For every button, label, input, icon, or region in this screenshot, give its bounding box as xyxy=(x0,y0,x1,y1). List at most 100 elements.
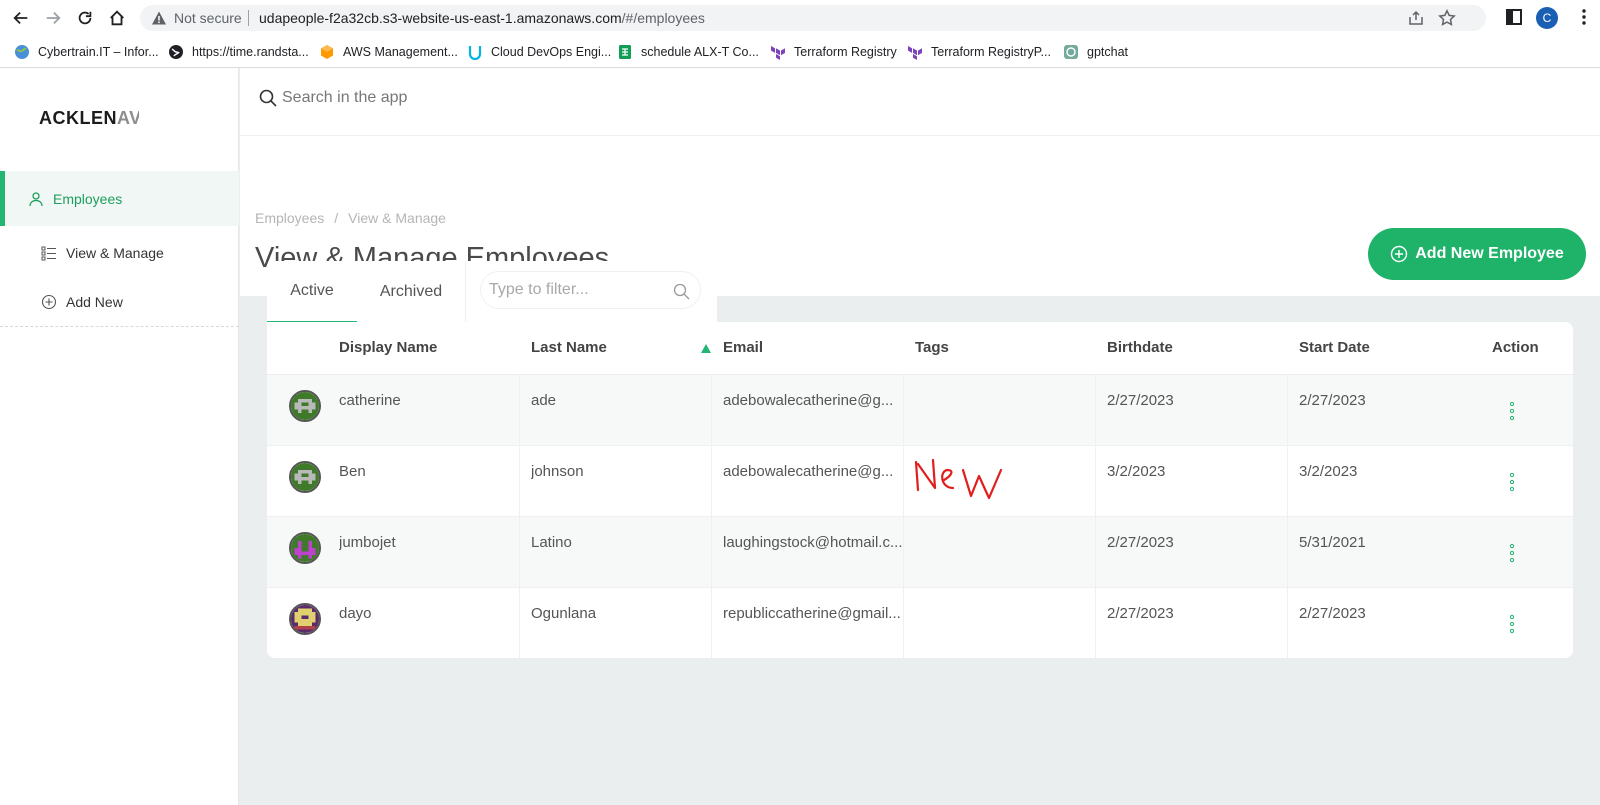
sidebar-section-label: Employees xyxy=(53,190,123,207)
cell-display-name: dayo xyxy=(339,605,372,622)
bookmark-item[interactable]: gptchat xyxy=(1063,42,1128,62)
cell-last-name: Latino xyxy=(531,534,572,551)
divider xyxy=(1287,375,1288,446)
divider xyxy=(711,517,712,588)
divider xyxy=(1287,588,1288,658)
table-row[interactable]: jumbojet Latino laughingstock@hotmail.c.… xyxy=(267,517,1573,588)
row-actions-icon[interactable] xyxy=(1506,614,1518,634)
bookmark-item[interactable]: AWS Management... xyxy=(319,42,458,62)
url-path: /#/employees xyxy=(621,10,705,26)
add-new-employee-label: Add New Employee xyxy=(1415,245,1564,262)
bookmark-label: Terraform Registry xyxy=(794,45,897,59)
cell-last-name: johnson xyxy=(531,463,584,480)
table-row[interactable]: Ben johnson adebowalecatherine@g... 3/2/… xyxy=(267,446,1573,517)
arrow-left-icon xyxy=(13,11,28,25)
cell-display-name: jumbojet xyxy=(339,534,396,551)
bookmark-item[interactable]: Terraform Registry xyxy=(770,42,897,62)
table-row[interactable]: catherine ade adebowalecatherine@g... 2/… xyxy=(267,375,1573,446)
address-bar[interactable]: Not secure udapeople-f2a32cb.s3-website-… xyxy=(140,5,1486,31)
udacity-icon xyxy=(468,46,482,60)
breadcrumb-item: View & Manage xyxy=(348,210,446,226)
divider xyxy=(903,446,904,517)
aws-icon xyxy=(321,45,333,59)
sidebar-item-label: Add New xyxy=(66,293,123,310)
bookmark-item[interactable]: Cloud DevOps Engi... xyxy=(467,42,611,62)
column-header-action: Action xyxy=(1492,339,1539,356)
cell-start-date: 2/27/2023 xyxy=(1299,605,1366,622)
column-header-start-date[interactable]: Start Date xyxy=(1299,339,1370,356)
more-vert-icon[interactable] xyxy=(1576,8,1592,26)
plus-circle-icon xyxy=(41,294,57,309)
list-icon xyxy=(41,246,56,260)
add-new-employee-button[interactable]: Add New Employee xyxy=(1368,228,1586,280)
column-header-tags[interactable]: Tags xyxy=(915,339,949,356)
divider xyxy=(1095,517,1096,588)
divider xyxy=(519,446,520,517)
bookmark-item[interactable]: https://time.randsta... xyxy=(168,42,309,62)
row-actions-icon[interactable] xyxy=(1506,401,1518,421)
cell-last-name: ade xyxy=(531,392,557,409)
table-row[interactable]: dayo Ogunlana republiccatherine@gmail...… xyxy=(267,588,1573,658)
share-icon[interactable] xyxy=(1408,10,1424,26)
column-header-email[interactable]: Email xyxy=(723,339,763,356)
avatar-identicon xyxy=(291,605,319,633)
employees-table: Display Name Last Name Email Tags Birthd… xyxy=(267,322,1573,658)
avatar-identicon xyxy=(291,463,319,491)
cell-email: laughingstock@hotmail.c... xyxy=(723,534,903,551)
bookmark-label: https://time.randsta... xyxy=(192,45,309,59)
table-header: Display Name Last Name Email Tags Birthd… xyxy=(267,322,1573,375)
divider xyxy=(465,261,466,323)
row-actions-icon[interactable] xyxy=(1506,543,1518,563)
bookmark-label: gptchat xyxy=(1087,45,1129,59)
bookmark-label: Cybertrain.IT – Infor... xyxy=(38,45,159,59)
cell-last-name: Ogunlana xyxy=(531,605,597,622)
sheets-icon xyxy=(619,45,631,59)
column-header-last-name[interactable]: Last Name xyxy=(531,339,607,356)
breadcrumb: Employees / View & Manage xyxy=(255,210,446,226)
back-button[interactable] xyxy=(10,7,32,29)
side-panel-icon[interactable] xyxy=(1505,8,1523,26)
divider xyxy=(519,375,520,446)
reload-icon xyxy=(78,11,92,25)
bookmarks-bar: Cybertrain.IT – Infor... https://time.ra… xyxy=(0,36,1600,68)
cell-birthdate: 2/27/2023 xyxy=(1107,605,1174,622)
sidebar: ACKLENAV Employees View & Manage Add New xyxy=(0,68,239,805)
sort-ascending-icon[interactable] xyxy=(701,344,711,353)
forward-button[interactable] xyxy=(42,7,64,29)
bookmark-label: AWS Management... xyxy=(343,45,458,59)
divider xyxy=(1095,588,1096,658)
cell-birthdate: 3/2/2023 xyxy=(1107,463,1166,480)
breadcrumb-separator: / xyxy=(334,210,339,226)
home-icon xyxy=(110,10,124,26)
divider xyxy=(903,375,904,446)
bookmark-star-icon[interactable] xyxy=(1438,9,1456,27)
profile-avatar[interactable]: C xyxy=(1536,7,1558,29)
app-search-input[interactable] xyxy=(282,84,1282,112)
tab-active[interactable]: Active xyxy=(267,261,357,323)
cell-email: republiccatherine@gmail... xyxy=(723,605,901,622)
filter-input[interactable] xyxy=(489,278,659,302)
bookmark-item[interactable]: schedule ALX-T Co... xyxy=(617,42,759,62)
column-header-display-name[interactable]: Display Name xyxy=(339,339,437,356)
not-secure-label: Not secure xyxy=(174,10,242,26)
sidebar-item-add-new[interactable]: Add New xyxy=(0,274,239,329)
divider xyxy=(248,10,249,26)
terraform-icon xyxy=(908,46,922,60)
cell-birthdate: 2/27/2023 xyxy=(1107,534,1174,551)
reload-button[interactable] xyxy=(74,7,96,29)
bookmark-item[interactable]: Terraform RegistryP... xyxy=(907,42,1051,62)
bookmark-label: Terraform RegistryP... xyxy=(931,45,1051,59)
divider xyxy=(711,588,712,658)
divider xyxy=(1095,446,1096,517)
breadcrumb-item[interactable]: Employees xyxy=(255,210,324,226)
sidebar-item-view-manage[interactable]: View & Manage xyxy=(0,225,239,280)
search-icon xyxy=(673,283,690,300)
sidebar-section-employees[interactable]: Employees xyxy=(0,171,239,226)
avatar-identicon xyxy=(291,534,319,562)
home-button[interactable] xyxy=(106,7,128,29)
tab-archived[interactable]: Archived xyxy=(363,261,459,323)
column-header-birthdate[interactable]: Birthdate xyxy=(1107,339,1173,356)
avatar xyxy=(289,532,321,564)
row-actions-icon[interactable] xyxy=(1506,472,1518,492)
bookmark-item[interactable]: Cybertrain.IT – Infor... xyxy=(14,42,159,62)
